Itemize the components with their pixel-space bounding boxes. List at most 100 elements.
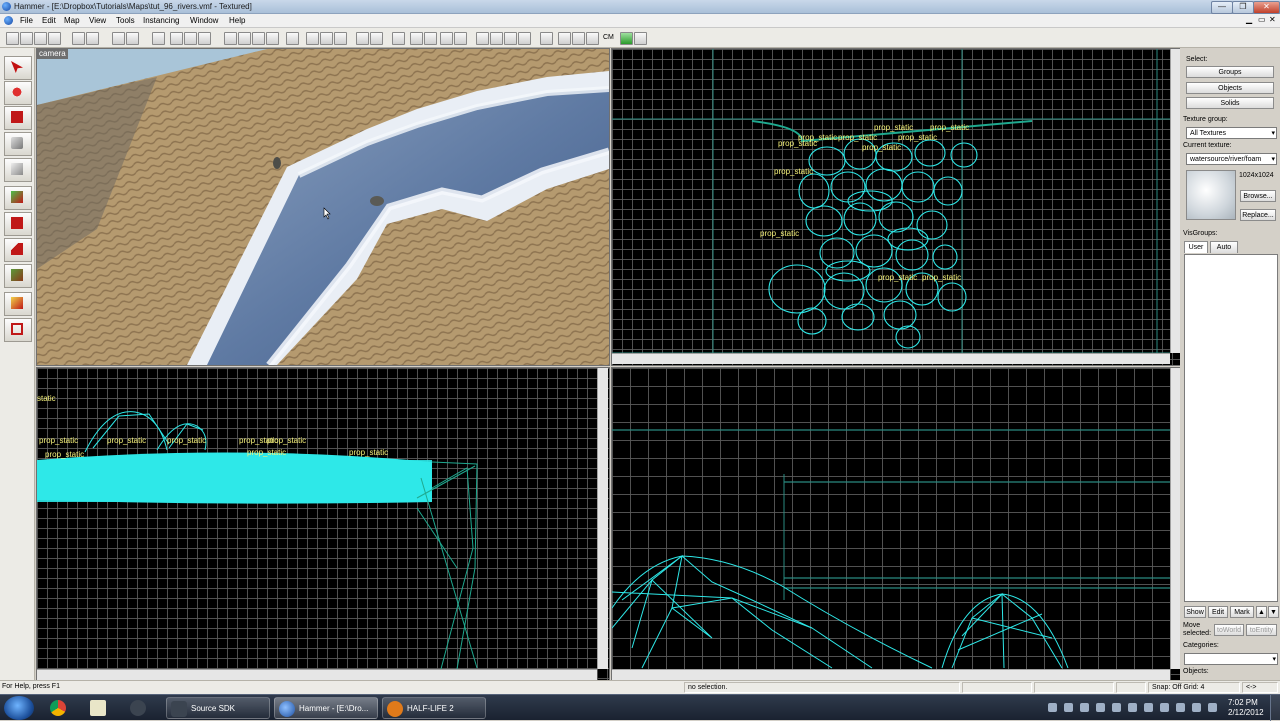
pinned-chrome[interactable] xyxy=(42,697,74,719)
visgroups-list[interactable] xyxy=(1184,254,1278,602)
clock-date[interactable]: 2/12/2012 xyxy=(1228,708,1264,717)
menu-view[interactable]: View xyxy=(89,16,106,25)
apply-texture-tool[interactable] xyxy=(4,212,32,236)
decal-tool[interactable] xyxy=(4,238,32,262)
categories-select[interactable] xyxy=(1184,653,1278,665)
top-view-hscrollbar[interactable] xyxy=(612,353,1170,364)
entity-icon[interactable] xyxy=(504,32,517,45)
window-icon[interactable] xyxy=(572,32,585,45)
tray-icon[interactable] xyxy=(1080,703,1089,712)
select-solids-button[interactable]: Solids xyxy=(1186,97,1274,109)
settings-icon[interactable] xyxy=(558,32,571,45)
selection-tool[interactable] xyxy=(4,56,32,80)
move-down-button[interactable]: ▼ xyxy=(1268,606,1279,618)
vertex-tool[interactable] xyxy=(4,318,32,342)
pinned-steam[interactable] xyxy=(122,697,154,719)
cm-label[interactable]: CM xyxy=(603,34,614,41)
action-center-icon[interactable] xyxy=(1208,703,1217,712)
task-half-life-2[interactable]: HALF-LIFE 2 xyxy=(382,697,486,719)
run-map-icon[interactable] xyxy=(620,32,633,45)
texture-preview[interactable] xyxy=(1186,170,1236,220)
camera-viewport[interactable]: camera xyxy=(36,48,610,366)
entity-tool[interactable] xyxy=(4,132,32,156)
load-window-icon[interactable] xyxy=(72,32,85,45)
menu-edit[interactable]: Edit xyxy=(42,16,56,25)
decal-icon[interactable] xyxy=(266,32,279,45)
clip-tool[interactable] xyxy=(4,292,32,316)
task-hammer[interactable]: Hammer - [E:\Dro... xyxy=(274,697,378,719)
tray-icon[interactable] xyxy=(1112,703,1121,712)
mdi-close-icon[interactable]: ✕ xyxy=(1269,15,1276,24)
ungroup-icon[interactable] xyxy=(184,32,197,45)
cubemap-icon[interactable] xyxy=(586,32,599,45)
start-button[interactable] xyxy=(4,696,34,720)
browse-button[interactable]: Browse... xyxy=(1240,190,1276,202)
replace-button[interactable]: Replace... xyxy=(1240,209,1276,221)
hide-icon[interactable] xyxy=(198,32,211,45)
magnify-tool[interactable] xyxy=(4,81,32,105)
move-up-button[interactable]: ▲ xyxy=(1256,606,1267,618)
to-entity-button[interactable]: toEntity xyxy=(1246,624,1277,636)
flip-h-icon[interactable] xyxy=(440,32,453,45)
tray-icon[interactable] xyxy=(1160,703,1169,712)
to-world-button[interactable]: toWorld xyxy=(1214,624,1244,636)
move-world-icon[interactable] xyxy=(238,32,251,45)
undo-icon[interactable] xyxy=(112,32,125,45)
show-desktop-button[interactable] xyxy=(1270,695,1280,721)
mdi-restore-icon[interactable]: ▭ xyxy=(1258,15,1266,24)
magnify-icon[interactable] xyxy=(410,32,423,45)
tie-entity-icon[interactable] xyxy=(224,32,237,45)
menu-file[interactable]: File xyxy=(20,16,33,25)
tray-icon[interactable] xyxy=(1144,703,1153,712)
tray-icon[interactable] xyxy=(1048,703,1057,712)
side-view-hscrollbar[interactable] xyxy=(612,669,1170,680)
select-objects-button[interactable]: Objects xyxy=(1186,82,1274,94)
menu-window[interactable]: Window xyxy=(190,16,218,25)
menu-tools[interactable]: Tools xyxy=(116,16,135,25)
tray-icon[interactable] xyxy=(1064,703,1073,712)
block-tool[interactable] xyxy=(4,158,32,182)
carve-icon[interactable] xyxy=(152,32,165,45)
snap-icon[interactable] xyxy=(356,32,369,45)
menu-instancing[interactable]: Instancing xyxy=(143,16,179,25)
network-icon[interactable] xyxy=(1176,703,1185,712)
overlay-tool[interactable] xyxy=(4,264,32,288)
brush-icon[interactable] xyxy=(490,32,503,45)
top-2d-viewport[interactable]: prop_static prop_static prop_static prop… xyxy=(611,48,1183,366)
camera-viewport-label[interactable]: camera xyxy=(37,49,68,59)
grid-toggle-icon[interactable] xyxy=(6,32,19,45)
front-2d-viewport[interactable]: static prop_static prop_static prop_stat… xyxy=(36,367,610,682)
paste-icon[interactable] xyxy=(334,32,347,45)
tab-auto[interactable]: Auto xyxy=(1210,241,1238,253)
volume-icon[interactable] xyxy=(1192,703,1201,712)
grid-dots-icon[interactable] xyxy=(34,32,47,45)
cut-icon[interactable] xyxy=(306,32,319,45)
group-ignore-icon[interactable] xyxy=(476,32,489,45)
tab-user[interactable]: User xyxy=(1184,241,1208,253)
grid-3d-icon[interactable] xyxy=(20,32,33,45)
maximize-button[interactable]: ❐ xyxy=(1232,1,1254,14)
save-window-icon[interactable] xyxy=(86,32,99,45)
mdi-minimize-icon[interactable]: ▁ xyxy=(1246,15,1252,24)
flip-v-icon[interactable] xyxy=(454,32,467,45)
current-texture-select[interactable]: watersource/river/foam xyxy=(1186,153,1277,165)
pinned-notepad[interactable] xyxy=(82,697,114,719)
tray-icon[interactable] xyxy=(1128,703,1137,712)
texture-app-icon[interactable] xyxy=(518,32,531,45)
align-icon[interactable] xyxy=(370,32,383,45)
copy-icon[interactable] xyxy=(320,32,333,45)
texture-lock-icon[interactable] xyxy=(286,32,299,45)
select-groups-button[interactable]: Groups xyxy=(1186,66,1274,78)
vertex-icon[interactable] xyxy=(252,32,265,45)
compile-icon[interactable] xyxy=(540,32,553,45)
tray-icon[interactable] xyxy=(1096,703,1105,712)
clock-time[interactable]: 7:02 PM xyxy=(1228,698,1258,707)
menu-map[interactable]: Map xyxy=(64,16,80,25)
minimize-button[interactable]: — xyxy=(1211,1,1233,14)
grid-size-icon[interactable] xyxy=(48,32,61,45)
selection-box-icon[interactable] xyxy=(392,32,405,45)
front-view-vscrollbar[interactable] xyxy=(597,368,608,669)
close-button[interactable]: ✕ xyxy=(1253,1,1280,14)
group-icon[interactable] xyxy=(170,32,183,45)
texture-group-select[interactable]: All Textures xyxy=(1186,127,1277,139)
